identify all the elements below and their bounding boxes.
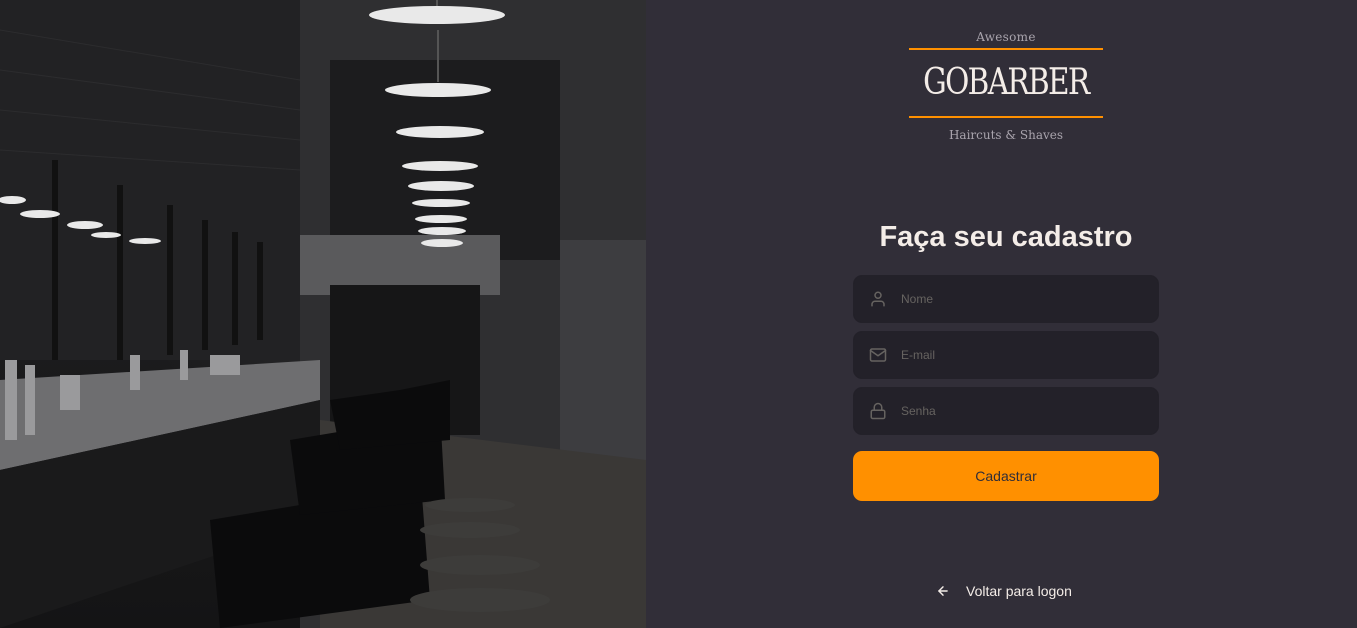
logo-brand-row: GOBARBER: [906, 50, 1106, 116]
barbershop-illustration: [0, 0, 646, 628]
name-field[interactable]: [853, 275, 1159, 323]
arrow-left-icon: [936, 584, 950, 598]
gobarber-logo: Awesome GOBARBER Haircuts & Shaves: [906, 26, 1106, 160]
password-field[interactable]: [853, 387, 1159, 435]
page-title: Faça seu cadastro: [879, 221, 1133, 253]
signup-panel: Awesome GOBARBER Haircuts & Shaves Faça …: [646, 0, 1357, 628]
email-input[interactable]: [901, 348, 1158, 362]
logo-tagline-top: Awesome: [976, 30, 1036, 44]
register-button[interactable]: Cadastrar: [853, 451, 1159, 501]
back-to-logon-link[interactable]: Voltar para logon: [936, 581, 1072, 601]
password-input[interactable]: [901, 404, 1158, 418]
name-input[interactable]: [901, 292, 1158, 306]
logo-brand-name: GOBARBER: [923, 62, 1090, 103]
lock-icon: [868, 401, 888, 421]
user-icon: [868, 289, 888, 309]
logo-tagline-bottom: Haircuts & Shaves: [948, 128, 1064, 142]
barbershop-background-image: [0, 0, 646, 628]
mail-icon: [868, 345, 888, 365]
email-field[interactable]: [853, 331, 1159, 379]
signup-form: Faça seu cadastro Nome E-mail Cadastrar: [853, 217, 1159, 501]
logo-divider-bottom: [909, 116, 1103, 118]
back-link-label: Voltar para logon: [966, 583, 1072, 599]
